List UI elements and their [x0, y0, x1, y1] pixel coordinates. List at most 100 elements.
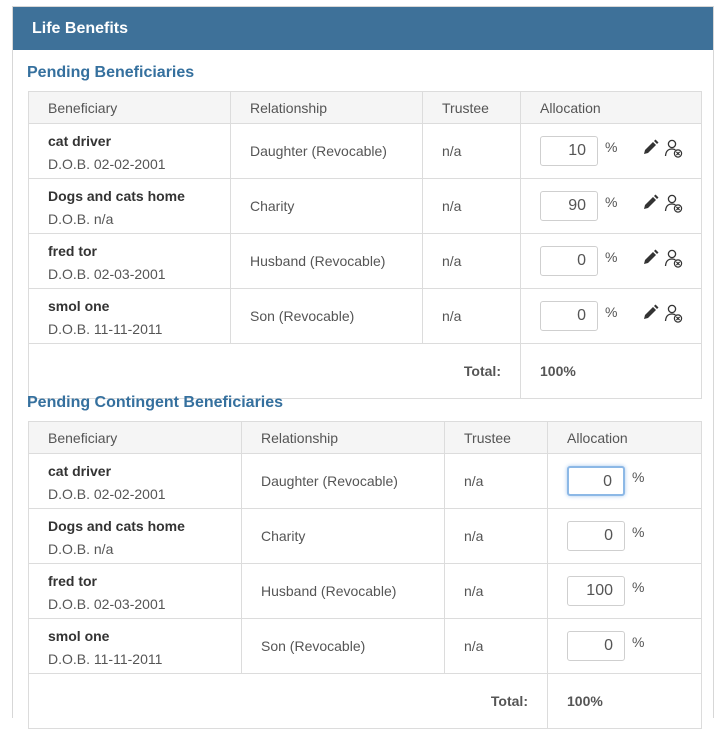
allocation-input[interactable]: 0	[540, 301, 598, 331]
percent-sign: %	[605, 194, 618, 210]
trustee-cell: n/a	[422, 123, 521, 179]
allocation-cell: 10 %	[520, 123, 702, 179]
beneficiary-cell: smol one D.O.B. 11-11-2011	[28, 288, 231, 344]
col-header-allocation: Allocation	[520, 91, 702, 124]
total-row: Total: 100%	[28, 343, 702, 399]
col-header-beneficiary: Beneficiary	[28, 91, 231, 124]
total-value: 100%	[547, 673, 702, 729]
remove-user-icon[interactable]	[664, 303, 683, 324]
allocation-input[interactable]: 0	[540, 246, 598, 276]
beneficiary-dob: D.O.B. 02-02-2001	[48, 155, 166, 172]
beneficiary-name: fred tor	[48, 242, 97, 259]
trustee-cell: n/a	[444, 563, 548, 619]
total-label: Total:	[28, 673, 548, 729]
relationship-cell: Son (Revocable)	[241, 618, 445, 674]
relationship-cell: Charity	[230, 178, 423, 234]
pending-beneficiaries-table: Beneficiary Relationship Trustee Allocat…	[28, 91, 702, 399]
trustee-cell: n/a	[422, 288, 521, 344]
allocation-cell: 0 %	[520, 288, 702, 344]
relationship-cell: Husband (Revocable)	[230, 233, 423, 289]
total-value: 100%	[520, 343, 702, 399]
percent-sign: %	[605, 139, 618, 155]
relationship-cell: Charity	[241, 508, 445, 564]
percent-sign: %	[632, 634, 645, 650]
pending-contingent-beneficiaries-table: Beneficiary Relationship Trustee Allocat…	[28, 421, 702, 729]
trustee-cell: n/a	[422, 178, 521, 234]
table-header-row: Beneficiary Relationship Trustee Allocat…	[28, 91, 702, 124]
beneficiary-dob: D.O.B. n/a	[48, 210, 114, 227]
beneficiary-dob: D.O.B. 02-03-2001	[48, 265, 166, 282]
pencil-icon[interactable]	[641, 138, 660, 159]
allocation-input[interactable]: 100	[567, 576, 625, 606]
beneficiary-cell: cat driver D.O.B. 02-02-2001	[28, 453, 242, 509]
beneficiary-cell: fred tor D.O.B. 02-03-2001	[28, 233, 231, 289]
col-header-allocation: Allocation	[547, 421, 702, 454]
trustee-cell: n/a	[444, 618, 548, 674]
percent-sign: %	[605, 249, 618, 265]
table-row: fred tor D.O.B. 02-03-2001 Husband (Revo…	[28, 563, 702, 619]
trustee-cell: n/a	[444, 508, 548, 564]
percent-sign: %	[605, 304, 618, 320]
beneficiary-name: Dogs and cats home	[48, 187, 185, 204]
table-header-row: Beneficiary Relationship Trustee Allocat…	[28, 421, 702, 454]
beneficiary-name: cat driver	[48, 462, 112, 479]
pencil-icon[interactable]	[641, 193, 660, 214]
beneficiary-cell: Dogs and cats home D.O.B. n/a	[28, 508, 242, 564]
col-header-trustee: Trustee	[422, 91, 521, 124]
col-header-trustee: Trustee	[444, 421, 548, 454]
table-row: Dogs and cats home D.O.B. n/a Charity n/…	[28, 178, 702, 234]
beneficiary-name: smol one	[48, 297, 110, 314]
relationship-cell: Daughter (Revocable)	[230, 123, 423, 179]
allocation-cell: 0 %	[547, 508, 702, 564]
total-row: Total: 100%	[28, 673, 702, 729]
allocation-cell: 0 %	[547, 453, 702, 509]
pending-beneficiaries-title: Pending Beneficiaries	[27, 64, 195, 81]
remove-user-icon[interactable]	[664, 138, 683, 159]
beneficiary-dob: D.O.B. 11-11-2011	[48, 650, 163, 667]
allocation-cell: 100 %	[547, 563, 702, 619]
beneficiary-dob: D.O.B. 11-11-2011	[48, 320, 163, 337]
percent-sign: %	[632, 579, 645, 595]
beneficiary-cell: Dogs and cats home D.O.B. n/a	[28, 178, 231, 234]
allocation-input[interactable]: 90	[540, 191, 598, 221]
beneficiary-name: cat driver	[48, 132, 112, 149]
percent-sign: %	[632, 524, 645, 540]
table-row: cat driver D.O.B. 02-02-2001 Daughter (R…	[28, 453, 702, 509]
beneficiary-dob: D.O.B. 02-02-2001	[48, 485, 166, 502]
beneficiary-name: Dogs and cats home	[48, 517, 185, 534]
table-row: fred tor D.O.B. 02-03-2001 Husband (Revo…	[28, 233, 702, 289]
total-label: Total:	[28, 343, 521, 399]
remove-user-icon[interactable]	[664, 248, 683, 269]
relationship-cell: Son (Revocable)	[230, 288, 423, 344]
life-benefits-panel: Life Benefits Pending Beneficiaries Bene…	[12, 6, 714, 729]
beneficiary-dob: D.O.B. n/a	[48, 540, 114, 557]
pencil-icon[interactable]	[641, 248, 660, 269]
table-row: smol one D.O.B. 11-11-2011 Son (Revocabl…	[28, 288, 702, 344]
col-header-relationship: Relationship	[241, 421, 445, 454]
allocation-cell: 90 %	[520, 178, 702, 234]
allocation-cell: 0 %	[520, 233, 702, 289]
beneficiary-dob: D.O.B. 02-03-2001	[48, 595, 166, 612]
beneficiary-cell: cat driver D.O.B. 02-02-2001	[28, 123, 231, 179]
trustee-cell: n/a	[444, 453, 548, 509]
allocation-input[interactable]: 10	[540, 136, 598, 166]
percent-sign: %	[632, 469, 645, 485]
trustee-cell: n/a	[422, 233, 521, 289]
allocation-input[interactable]: 0	[567, 521, 625, 551]
col-header-beneficiary: Beneficiary	[28, 421, 242, 454]
allocation-input[interactable]: 0	[567, 631, 625, 661]
table-row: cat driver D.O.B. 02-02-2001 Daughter (R…	[28, 123, 702, 179]
table-row: Dogs and cats home D.O.B. n/a Charity n/…	[28, 508, 702, 564]
pending-contingent-beneficiaries-title: Pending Contingent Beneficiaries	[27, 394, 284, 411]
beneficiary-cell: smol one D.O.B. 11-11-2011	[28, 618, 242, 674]
allocation-input[interactable]: 0	[567, 466, 625, 496]
relationship-cell: Daughter (Revocable)	[241, 453, 445, 509]
pencil-icon[interactable]	[641, 303, 660, 324]
remove-user-icon[interactable]	[664, 193, 683, 214]
beneficiary-cell: fred tor D.O.B. 02-03-2001	[28, 563, 242, 619]
allocation-cell: 0 %	[547, 618, 702, 674]
panel-title: Life Benefits	[13, 7, 713, 50]
beneficiary-name: smol one	[48, 627, 110, 644]
beneficiary-name: fred tor	[48, 572, 97, 589]
table-row: smol one D.O.B. 11-11-2011 Son (Revocabl…	[28, 618, 702, 674]
